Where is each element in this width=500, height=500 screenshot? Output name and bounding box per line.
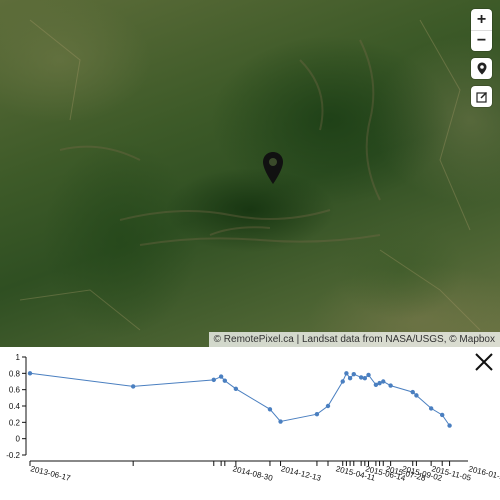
locate-control	[471, 58, 492, 79]
zoom-in-button[interactable]: +	[471, 9, 492, 30]
draw-control	[471, 86, 492, 107]
terrain-texture	[19, 19, 481, 331]
close-x-icon	[475, 353, 493, 371]
y-tick-label: -0.2	[6, 451, 20, 460]
ndvi-data-point	[414, 393, 419, 398]
y-tick-label: 0.8	[9, 369, 21, 378]
ndvi-data-point	[267, 407, 273, 412]
ndvi-data-point	[410, 389, 415, 395]
draw-button[interactable]	[471, 86, 492, 107]
ndvi-data-point	[428, 406, 434, 411]
satellite-map[interactable]: + − © RemotePixel.ca | Landsat data from…	[0, 0, 500, 347]
map-attribution: © RemotePixel.ca | Landsat data from NAS…	[208, 332, 500, 347]
ndvi-data-point	[447, 423, 452, 428]
y-tick-label: 0	[16, 435, 21, 444]
x-tick-label: 2016-01-24	[468, 464, 500, 483]
ndvi-data-point	[347, 376, 353, 381]
ndvi-data-point	[278, 419, 283, 424]
attribution-landsat-text: Landsat data from NASA/USGS, © Mapbox	[301, 334, 495, 345]
zoom-out-button[interactable]: −	[471, 30, 492, 51]
ndvi-data-point	[366, 372, 371, 378]
y-tick-label: 1	[16, 353, 21, 362]
map-pin-icon	[477, 62, 486, 75]
ndvi-data-point	[325, 403, 331, 409]
ndvi-data-point	[340, 379, 345, 384]
ndvi-data-point	[314, 411, 320, 417]
ndvi-data-point	[27, 371, 33, 376]
location-marker-icon[interactable]	[262, 151, 284, 185]
ndvi-data-point	[440, 412, 445, 418]
ndvi-data-point	[358, 375, 364, 380]
x-tick-label: 2014-12-13	[280, 464, 322, 483]
ndvi-series-line	[29, 372, 451, 426]
ndvi-data-point	[211, 377, 216, 383]
ndvi-data-point	[222, 378, 228, 383]
ndvi-data-point	[218, 374, 224, 379]
ndvi-data-point	[381, 379, 386, 384]
edit-square-icon	[475, 91, 487, 103]
ndvi-chart-panel: 1 0.8 0.6 0.4 0.2 0 -0.2 2013-06-17 2014-08-30 20…	[0, 347, 500, 500]
ndvi-data-point	[388, 383, 393, 388]
ndvi-line-chart: 1 0.8 0.6 0.4 0.2 0 -0.2 2013-06-17 2014-08-30 20…	[6, 353, 500, 483]
attribution-remotepixel-link[interactable]: © RemotePixel.ca	[214, 334, 294, 345]
y-tick-label: 0.2	[9, 418, 21, 427]
attribution-separator: |	[293, 334, 302, 345]
y-tick-label: 0.4	[9, 402, 21, 411]
ndvi-data-point	[344, 371, 349, 376]
close-panel-button[interactable]	[473, 351, 495, 373]
ndvi-data-point	[130, 384, 136, 389]
zoom-controls: + −	[471, 9, 492, 51]
x-tick-label: 2014-08-30	[232, 464, 274, 483]
ndvi-data-point	[233, 386, 239, 392]
locate-button[interactable]	[471, 58, 492, 79]
y-tick-label: 0.6	[9, 386, 21, 395]
ndvi-data-point	[362, 376, 368, 381]
x-tick-label: 2013-06-17	[30, 464, 72, 483]
ndvi-data-point	[351, 371, 356, 377]
